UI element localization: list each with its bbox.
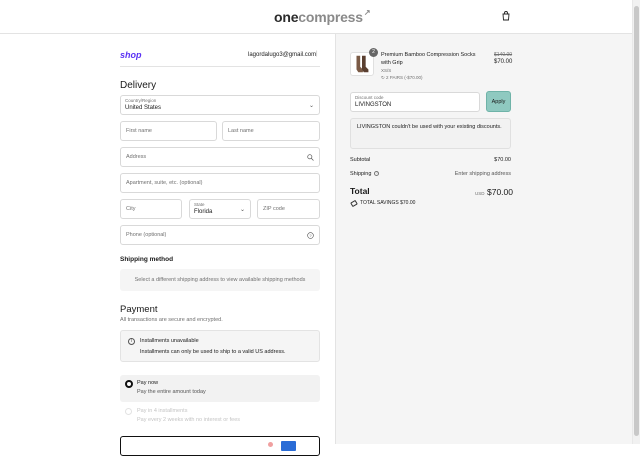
installments-text: Installments can only be used to ship to… [140, 349, 286, 355]
total-value: $70.00 [487, 187, 513, 197]
shipping-method-message: Select a different shipping address to v… [120, 269, 320, 291]
country-value: United States [125, 105, 162, 111]
pay-now-subtitle: Pay the entire amount today [137, 389, 206, 395]
chevron-down-icon: ⌄ [239, 207, 245, 213]
pay-in-4-radio[interactable] [125, 408, 132, 415]
state-label: State [194, 202, 205, 207]
country-label: Country/Region [125, 98, 157, 103]
first-name-placeholder: First name [126, 128, 152, 134]
socks-image [356, 55, 369, 73]
logo-mark: ↗ [363, 8, 371, 17]
total-savings: TOTAL SAVINGS $70.00 [360, 200, 415, 206]
payment-heading: Payment [120, 304, 158, 315]
last-name-field[interactable]: Last name [222, 121, 320, 141]
zip-placeholder: ZIP code [263, 206, 285, 212]
reload-icon: ↻ [381, 75, 385, 80]
discount-code-input[interactable]: Discount code LIVINGSTON [350, 92, 480, 112]
pay-in-4-subtitle: Pay every 2 weeks with no interest or fe… [137, 417, 241, 423]
site-header: onecompress↗ [0, 0, 632, 34]
chevron-down-icon: ⌄ [308, 103, 314, 109]
checkout-form-column: shop lagordalugo3@gmail.com | Delivery C… [0, 34, 335, 456]
apartment-placeholder: Apartment, suite, etc. (optional) [126, 180, 203, 186]
price-discounted: $70.00 [494, 59, 513, 65]
first-name-field[interactable]: First name [120, 121, 217, 141]
country-select[interactable]: Country/Region United States ⌄ [120, 95, 320, 115]
product-bundle: ↻ 2 PAIRS (-$70.00) [381, 75, 422, 81]
city-field[interactable]: City [120, 199, 182, 219]
discount-error-message: LIVINGSTON couldn't be used with your ex… [350, 118, 511, 149]
brand-logo[interactable]: onecompress↗ [274, 8, 371, 25]
info-icon: i [128, 338, 135, 345]
total-label: Total [350, 186, 370, 196]
account-menu-separator[interactable]: | [316, 51, 318, 57]
credit-card-option[interactable] [120, 436, 320, 456]
state-value: Florida [194, 209, 213, 215]
help-icon[interactable]: ? [374, 171, 380, 177]
mastercard-icon [268, 442, 273, 447]
shipping-row: Shipping? [350, 171, 380, 177]
address-placeholder: Address [126, 154, 147, 160]
page-scrollbar[interactable] [632, 0, 640, 444]
pay-in-4-title: Pay in 4 installments [137, 408, 188, 414]
pay-now-option[interactable]: Pay now Pay the entire amount today [120, 375, 320, 402]
svg-text:?: ? [309, 233, 312, 238]
phone-placeholder: Phone (optional) [126, 232, 167, 238]
city-placeholder: City [126, 206, 136, 212]
discount-value: LIVINGSTON [355, 102, 392, 108]
phone-field[interactable]: Phone (optional) ? [120, 225, 320, 245]
search-icon [307, 154, 314, 161]
state-select[interactable]: State Florida ⌄ [189, 199, 251, 219]
savings-label: TOTAL SAVINGS [360, 200, 399, 206]
subtotal-value: $70.00 [494, 157, 511, 163]
cart-icon[interactable] [501, 11, 511, 21]
savings-value: $70.00 [400, 200, 416, 206]
price-original: $140.00 [494, 52, 513, 58]
currency-code: USD [475, 191, 485, 196]
bundle-text: 2 PAIRS (-$70.00) [386, 75, 423, 80]
product-size: XS/S [381, 68, 392, 73]
pay-now-title: Pay now [137, 380, 159, 386]
zip-field[interactable]: ZIP code [257, 199, 320, 219]
discount-label: Discount code [355, 95, 384, 100]
shipping-value: Enter shipping address [454, 171, 511, 177]
last-name-placeholder: Last name [228, 128, 254, 134]
apply-button[interactable]: Apply [486, 91, 511, 112]
pay-now-radio[interactable] [125, 380, 133, 388]
payment-subtitle: All transactions are secure and encrypte… [120, 317, 223, 323]
logo-accent-text: compress [298, 9, 363, 25]
installments-notice: i Installments unavailable Installments … [120, 330, 320, 362]
quantity-badge: 2 [369, 48, 378, 57]
card-brand-icon [281, 441, 296, 451]
divider [120, 66, 320, 67]
address-field[interactable]: Address [120, 147, 320, 167]
account-email: lagordalugo3@gmail.com [248, 52, 317, 58]
installments-title: Installments unavailable [140, 338, 199, 344]
logo-main-text: one [274, 9, 299, 25]
shipping-label: Shipping [350, 171, 372, 177]
scrollbar-thumb[interactable] [634, 6, 639, 436]
delivery-heading: Delivery [120, 80, 157, 91]
apartment-field[interactable]: Apartment, suite, etc. (optional) [120, 173, 320, 193]
product-name: Premium Bamboo Compression Socks with Gr… [381, 52, 476, 66]
shop-pay-label: shop [120, 50, 142, 60]
subtotal-label: Subtotal [350, 157, 371, 163]
help-icon[interactable]: ? [307, 232, 314, 239]
shipping-method-heading: Shipping method [120, 256, 174, 263]
